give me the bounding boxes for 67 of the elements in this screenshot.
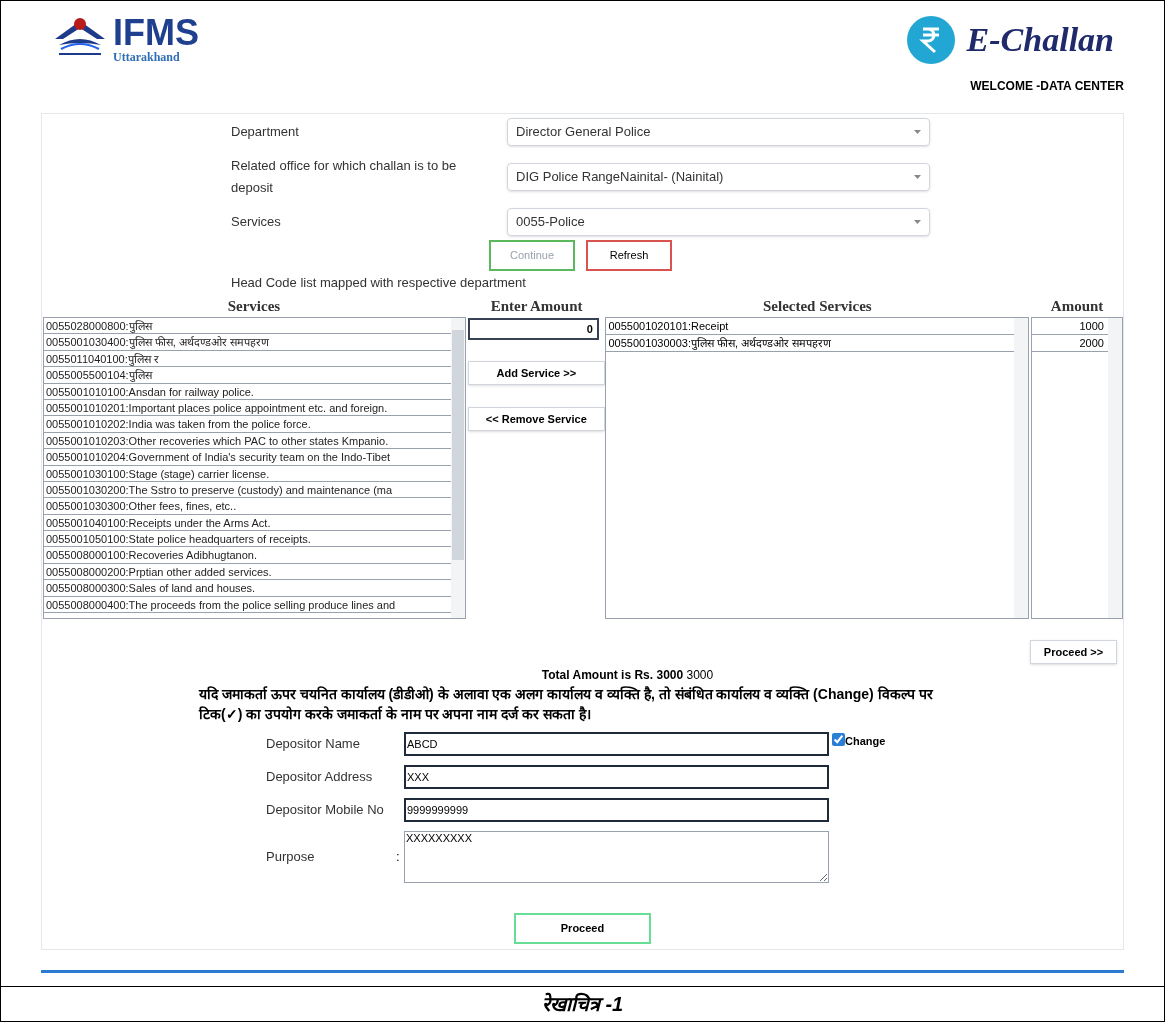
column-heading: Services bbox=[226, 296, 282, 316]
rupee-icon bbox=[906, 15, 955, 64]
field-label: Depositor Name bbox=[266, 735, 361, 754]
list-item[interactable]: 0055008000100:Recoveries Adibhugtanon. bbox=[44, 547, 451, 564]
selected-services-list[interactable]: 0055001020101:Receipt 0055001030003:पुलिस फीस, अर्थदण्डओर समपहरण bbox=[605, 317, 1030, 619]
dropdown-caret-icon bbox=[914, 220, 921, 224]
list-item[interactable]: 0055001050100:State police headquarters of receipts. bbox=[44, 531, 451, 548]
field-label: Department bbox=[231, 123, 300, 141]
input-field[interactable]: XXX bbox=[404, 765, 829, 789]
list-item[interactable]: 0055001010203:Other recoveries which PAC to other states Kmpanio. bbox=[44, 432, 451, 450]
list-item[interactable]: 0055001040100:Receipts under the Arms Act. bbox=[44, 514, 451, 532]
colon-text: : bbox=[396, 848, 401, 867]
list-item[interactable]: 0055008000300:Sales of land and houses. bbox=[44, 580, 451, 597]
checkbox-label: Change bbox=[845, 734, 886, 749]
amount-cell: 2000 bbox=[1032, 335, 1108, 352]
add-service-button[interactable]: Add Service >> bbox=[467, 361, 605, 385]
field-label: Depositor Mobile No bbox=[266, 801, 385, 820]
list-item[interactable]: 0055008000400:The proceeds from the police selling produce lines and bbox=[44, 596, 451, 614]
list-item[interactable]: 0055001010100:Ansdan for railway police. bbox=[44, 383, 451, 400]
brand-title: E-Challan bbox=[966, 20, 1114, 60]
list-item[interactable]: 0055001030200:The Sstro to preserve (custody) and maintenance (ma bbox=[44, 481, 451, 499]
logo-subtitle: Uttarakhand bbox=[113, 51, 181, 63]
input-field[interactable]: ABCD bbox=[404, 732, 829, 756]
head-code-note: Head Code list mapped with respective department bbox=[231, 274, 527, 292]
dropdown[interactable]: 0055-Police bbox=[507, 208, 930, 236]
list-item[interactable]: 0055001030003:पुलिस फीस, अर्थदण्डओर समपहरण bbox=[606, 335, 1015, 352]
services-list[interactable] bbox=[43, 317, 466, 619]
list-item[interactable]: 0055005500104:पुलिस bbox=[44, 367, 451, 384]
dropdown-caret-icon bbox=[914, 130, 921, 134]
field-label: Depositor Address bbox=[266, 768, 374, 787]
dropdown[interactable]: DIG Police RangeNainital- (Nainital) bbox=[507, 163, 930, 191]
scrollbar[interactable] bbox=[1108, 318, 1122, 618]
remove-service-button[interactable]: << Remove Service bbox=[467, 407, 605, 431]
column-heading: Selected Services bbox=[761, 296, 873, 316]
list-item[interactable]: 0055001010202:India was taken from the police force. bbox=[44, 416, 451, 433]
logo-title: IFMS bbox=[113, 15, 199, 51]
scrollbar[interactable] bbox=[450, 318, 465, 618]
proceed-next-button[interactable]: Proceed >> bbox=[1030, 640, 1117, 664]
field-label: Purpose bbox=[266, 848, 316, 867]
amount-input[interactable]: 0 bbox=[467, 318, 599, 340]
proceed-button[interactable]: Proceed bbox=[514, 913, 651, 944]
list-item[interactable]: 0055011040100:पुलिस र bbox=[44, 350, 451, 368]
checkbox[interactable] bbox=[832, 733, 845, 746]
scrollbar[interactable] bbox=[1014, 318, 1029, 618]
column-heading: Enter Amount bbox=[489, 296, 584, 316]
text-area[interactable]: XXXXXXXXX bbox=[404, 831, 829, 883]
list-item[interactable]: 0055001020101:Receipt bbox=[606, 318, 1015, 335]
welcome-text: WELCOME -DATA CENTER bbox=[970, 78, 1124, 95]
list-item[interactable]: 0055008000200:Prptian other added services. bbox=[44, 563, 451, 581]
notice-text: यदि जमाकर्ता ऊपर चयनित कार्यालय (डीडीओ) के अलावा एक अलग कार्यालय व व्यक्ति है, तो संबंधित कार्यालय व व्यक्ति (Change) विकल्प पर टिक(✓) का उपयोग करके जमाकर्ता के नाम पर अपना नाम दर्ज कर सकता है। bbox=[199, 685, 935, 724]
field-label: Services bbox=[231, 213, 282, 231]
amount-cell: 1000 bbox=[1032, 318, 1108, 335]
field-label: Related office for which challan is to be deposit bbox=[231, 157, 458, 197]
list-item[interactable]: 0055001010201:Important places police appointment etc. and foreign. bbox=[44, 399, 451, 417]
column-heading: Amount bbox=[1049, 296, 1105, 316]
list-item[interactable]: 0055001030300:Other fees, fines, etc.. bbox=[44, 498, 451, 515]
total-amount-text: Total Amount is Rs. 3000 3000 bbox=[541, 667, 714, 684]
list-item[interactable]: 0055001030100:Stage (stage) carrier license. bbox=[44, 465, 451, 482]
figure-caption: रेखाचित्र -1 bbox=[541, 991, 624, 1017]
dropdown-caret-icon bbox=[914, 175, 921, 179]
list-item[interactable]: 0055001030400:पुलिस फीस, अर्थदण्डओर समपहरण bbox=[44, 334, 451, 351]
dropdown[interactable]: Director General Police bbox=[507, 118, 930, 146]
action-button[interactable]: Refresh bbox=[586, 240, 672, 271]
list-item[interactable]: 0055001010204:Government of India's security team on the Indo-Tibet bbox=[44, 449, 451, 466]
amount-list[interactable]: 1000 2000 bbox=[1031, 317, 1123, 619]
list-item[interactable]: 0055028000800:पुलिस bbox=[44, 318, 451, 335]
input-field[interactable]: 9999999999 bbox=[404, 798, 829, 822]
